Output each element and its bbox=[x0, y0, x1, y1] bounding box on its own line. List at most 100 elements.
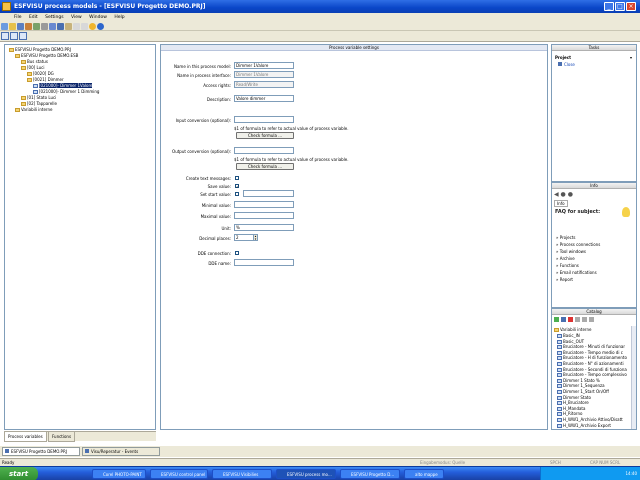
cut-icon[interactable] bbox=[25, 23, 32, 30]
taskbar-item[interactable]: alto mappe bbox=[404, 469, 444, 479]
decimal-spinner-icon[interactable]: ▴ ▾ bbox=[253, 234, 258, 241]
info-tab[interactable]: Info bbox=[554, 200, 568, 207]
process-variable-settings: Process variable settings Name in this p… bbox=[160, 44, 548, 430]
input-conversion-label: Input conversion (optional): bbox=[175, 118, 231, 123]
catalog-home-icon[interactable] bbox=[561, 317, 566, 322]
paste-icon[interactable] bbox=[41, 23, 48, 30]
output-conversion-label: Output conversion (optional): bbox=[172, 149, 231, 154]
tree-item-label: [02] Tapparelle bbox=[27, 101, 57, 106]
check-formula-input-button[interactable]: Check formula ... bbox=[236, 132, 294, 139]
description-field[interactable]: Valore dimmer bbox=[234, 95, 294, 102]
decimal-field[interactable]: 2 bbox=[234, 234, 254, 241]
catalog-view3-icon[interactable] bbox=[589, 317, 594, 322]
catalog-header: Catalog bbox=[552, 309, 636, 315]
dde-connection-checkbox[interactable] bbox=[235, 251, 239, 255]
forward-icon[interactable]: ● bbox=[561, 191, 566, 198]
view2-icon[interactable] bbox=[10, 32, 18, 40]
name-interface-label: Name in process interface: bbox=[177, 73, 231, 78]
doc-tab-project-icon bbox=[5, 449, 9, 453]
taskbar-item[interactable]: ESFVISU Visibilies bbox=[212, 469, 272, 479]
maximal-field[interactable] bbox=[234, 212, 294, 219]
status-text: Ready bbox=[2, 460, 15, 465]
help-icon[interactable] bbox=[97, 23, 104, 30]
doc-tab-project[interactable]: ESFVISU Progetto DEMO.PRJ bbox=[2, 447, 80, 456]
info-link[interactable]: » Email notifications bbox=[556, 269, 600, 276]
monitor-icon[interactable] bbox=[57, 23, 64, 30]
catalog-item[interactable]: H_WW1_Archivio Export bbox=[557, 423, 631, 429]
tree-item-label: ESFVISU Progetto DEMO.ESB bbox=[21, 53, 79, 58]
catalog-view1-icon[interactable] bbox=[575, 317, 580, 322]
menu-file[interactable]: File bbox=[14, 15, 22, 20]
taskbar-item[interactable]: ESFVISU Progetto D... bbox=[340, 469, 400, 479]
properties-icon[interactable] bbox=[65, 23, 72, 30]
tab-process-variables[interactable]: Process variables bbox=[4, 432, 47, 442]
taskbar-item[interactable]: Corel PHOTO-PAINT bbox=[92, 469, 146, 479]
output-conversion-field[interactable] bbox=[234, 147, 294, 154]
unit-field[interactable]: % bbox=[234, 224, 294, 231]
taskbar-item-active[interactable]: ESFVISU process mo... bbox=[276, 469, 336, 479]
info-nav: ◀ ● ● bbox=[554, 191, 573, 198]
view3-icon[interactable] bbox=[19, 32, 27, 40]
warning-icon[interactable] bbox=[89, 23, 96, 30]
folder-icon bbox=[15, 54, 20, 58]
info-link[interactable]: » Report bbox=[556, 276, 600, 283]
name-model-field[interactable]: Dimmer 1Valore bbox=[234, 62, 294, 69]
input-conversion-field[interactable] bbox=[234, 116, 294, 123]
start-button[interactable]: start bbox=[0, 467, 38, 480]
folder-icon bbox=[27, 78, 32, 82]
create-text-label: Create text messages: bbox=[185, 176, 231, 181]
menu-help[interactable]: Help bbox=[114, 15, 124, 20]
info-link[interactable]: » Projects bbox=[556, 234, 600, 241]
app-icon bbox=[2, 2, 11, 11]
tool-icon[interactable] bbox=[73, 23, 80, 30]
variable-icon bbox=[557, 395, 562, 400]
catalog-scrollbar[interactable] bbox=[631, 326, 636, 429]
menu-view[interactable]: View bbox=[71, 15, 82, 20]
check-formula-output-button[interactable]: Check formula ... bbox=[236, 163, 294, 170]
close-button[interactable]: × bbox=[626, 2, 636, 11]
tree-item-label: [0020] DG bbox=[33, 71, 54, 76]
system-tray: 14:40 bbox=[540, 467, 640, 480]
back-icon[interactable]: ◀ bbox=[554, 191, 559, 198]
copy-icon[interactable] bbox=[33, 23, 40, 30]
save-icon[interactable] bbox=[17, 23, 24, 30]
close-task-icon bbox=[558, 62, 562, 66]
decimal-label: Decimal places: bbox=[199, 236, 231, 241]
next-icon[interactable]: ● bbox=[568, 191, 573, 198]
info-link[interactable]: » Functions bbox=[556, 262, 600, 269]
tree-item[interactable]: Variabili interne bbox=[9, 107, 99, 113]
catalog-root[interactable]: Variabili interne bbox=[554, 327, 591, 332]
view1-icon[interactable] bbox=[1, 32, 9, 40]
info-link[interactable]: » Archive bbox=[556, 255, 600, 262]
minimize-button[interactable]: _ bbox=[604, 2, 614, 11]
catalog-add-icon[interactable] bbox=[554, 317, 559, 322]
maximize-button[interactable]: □ bbox=[615, 2, 625, 11]
catalog-view2-icon[interactable] bbox=[582, 317, 587, 322]
new-icon[interactable] bbox=[1, 23, 8, 30]
minimal-field[interactable] bbox=[234, 201, 294, 208]
print-icon[interactable] bbox=[49, 23, 56, 30]
set-start-checkbox[interactable] bbox=[235, 192, 239, 196]
tree-item-label: [0021] Dimmer bbox=[33, 77, 64, 82]
info-link[interactable]: » Process connections bbox=[556, 241, 600, 248]
tasks-close-link[interactable]: Close bbox=[558, 62, 575, 67]
menu-settings[interactable]: Settings bbox=[45, 15, 63, 20]
open-icon[interactable] bbox=[9, 23, 16, 30]
info-link[interactable]: » Tool windows bbox=[556, 248, 600, 255]
tasks-dropdown-icon[interactable]: ▾ bbox=[630, 55, 632, 60]
access-field: Read/Write bbox=[234, 81, 294, 88]
catalog-delete-icon[interactable] bbox=[568, 317, 573, 322]
variable-icon bbox=[557, 373, 562, 378]
menu-edit[interactable]: Edit bbox=[29, 15, 38, 20]
create-text-checkbox[interactable] bbox=[235, 176, 239, 180]
save-value-checkbox[interactable]: ✓ bbox=[235, 184, 239, 189]
start-value-field[interactable] bbox=[243, 190, 294, 197]
menu-window[interactable]: Window bbox=[89, 15, 107, 20]
taskbar-item[interactable]: ESFVISU control panel bbox=[150, 469, 208, 479]
tab-functions[interactable]: Functions bbox=[47, 432, 76, 442]
doc-tab-events[interactable]: Visu/Reperatur - Events bbox=[82, 447, 160, 456]
dde-name-field[interactable] bbox=[234, 259, 294, 266]
tool2-icon[interactable] bbox=[81, 23, 88, 30]
variable-icon bbox=[557, 345, 562, 350]
clock: 14:40 bbox=[625, 471, 637, 476]
